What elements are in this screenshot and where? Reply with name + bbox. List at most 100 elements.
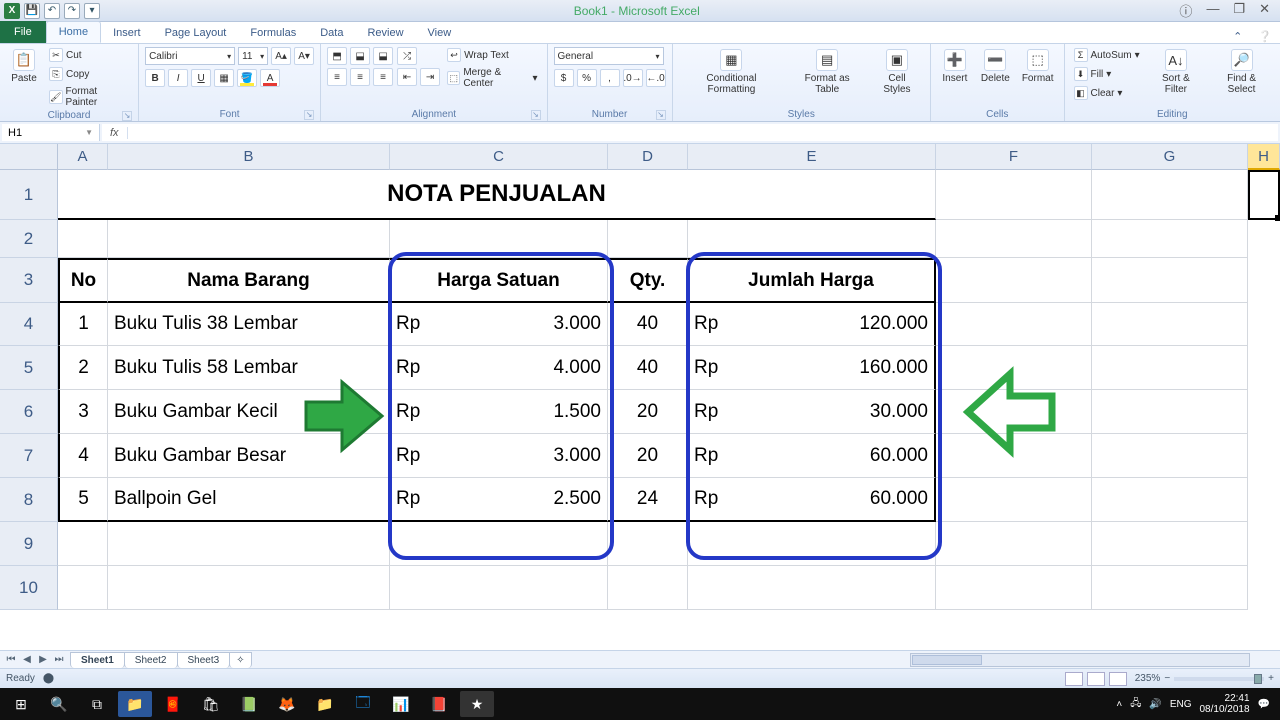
select-all-button[interactable] bbox=[0, 144, 58, 170]
save-icon[interactable]: 💾 bbox=[24, 3, 40, 19]
cell-G4[interactable] bbox=[1092, 303, 1248, 346]
row-header-6[interactable]: 6 bbox=[0, 390, 58, 434]
accounting-format-icon[interactable]: $ bbox=[554, 69, 574, 87]
cell-F7[interactable] bbox=[936, 434, 1092, 478]
tray-chevron-icon[interactable]: ˄ bbox=[1116, 699, 1122, 710]
sort-filter-button[interactable]: A↓Sort & Filter bbox=[1147, 47, 1205, 97]
font-name-select[interactable]: Calibri▾ bbox=[145, 47, 235, 65]
cell-E9[interactable] bbox=[688, 522, 936, 566]
cell-B9[interactable] bbox=[108, 522, 390, 566]
cell-A5[interactable]: 2 bbox=[58, 346, 108, 390]
clear-button[interactable]: ◧Clear ▾ bbox=[1071, 85, 1143, 101]
dialog-launcher-icon[interactable]: ↘ bbox=[531, 110, 541, 120]
wrap-text-button[interactable]: ↩Wrap Text bbox=[444, 47, 540, 63]
merge-center-button[interactable]: ⬚Merge & Center ▾ bbox=[444, 66, 540, 90]
taskbar-app-5[interactable]: 🦊 bbox=[270, 691, 304, 717]
new-sheet-button[interactable]: ✧ bbox=[229, 652, 251, 668]
sheet-nav[interactable]: ⏮◀▶⏭ bbox=[0, 654, 70, 665]
tab-page-layout[interactable]: Page Layout bbox=[153, 23, 239, 43]
increase-decimal-icon[interactable]: .0→ bbox=[623, 69, 643, 87]
cell-B4[interactable]: Buku Tulis 38 Lembar bbox=[108, 303, 390, 346]
cell-D5[interactable]: 40 bbox=[608, 346, 688, 390]
cell-E6[interactable]: Rp30.000 bbox=[688, 390, 936, 434]
number-format-select[interactable]: General▾ bbox=[554, 47, 664, 65]
cell-C6[interactable]: Rp1.500 bbox=[390, 390, 608, 434]
cell-B10[interactable] bbox=[108, 566, 390, 610]
column-header-C[interactable]: C bbox=[390, 144, 608, 170]
border-button[interactable]: ▦ bbox=[214, 69, 234, 87]
column-header-D[interactable]: D bbox=[608, 144, 688, 170]
minimize-button[interactable]: — bbox=[1206, 1, 1219, 20]
sheet-tab-1[interactable]: Sheet1 bbox=[70, 652, 125, 668]
insert-cells-button[interactable]: ➕Insert bbox=[937, 47, 973, 86]
help-icon[interactable]: ⓘ bbox=[1179, 1, 1192, 20]
tab-data[interactable]: Data bbox=[308, 23, 355, 43]
align-bottom-icon[interactable]: ⬓ bbox=[373, 47, 393, 65]
cell-F3[interactable] bbox=[936, 258, 1092, 303]
cell-G10[interactable] bbox=[1092, 566, 1248, 610]
taskbar-app-6[interactable]: 📁 bbox=[308, 691, 342, 717]
cell-D7[interactable]: 20 bbox=[608, 434, 688, 478]
align-middle-icon[interactable]: ⬓ bbox=[350, 47, 370, 65]
cell-F1[interactable] bbox=[936, 170, 1092, 220]
cell-C2[interactable] bbox=[390, 220, 608, 258]
cell-G6[interactable] bbox=[1092, 390, 1248, 434]
help-button[interactable]: ❔ bbox=[1250, 30, 1280, 43]
cell-B8[interactable]: Ballpoin Gel bbox=[108, 478, 390, 522]
search-icon[interactable]: 🔍 bbox=[42, 691, 76, 717]
find-select-button[interactable]: 🔎Find & Select bbox=[1209, 47, 1274, 97]
row-header-5[interactable]: 5 bbox=[0, 346, 58, 390]
name-box[interactable]: H1▼ bbox=[2, 124, 100, 141]
cell-D6[interactable]: 20 bbox=[608, 390, 688, 434]
paste-button[interactable]: 📋Paste bbox=[6, 47, 42, 86]
align-right-icon[interactable]: ≡ bbox=[373, 68, 393, 86]
tray-language[interactable]: ENG bbox=[1170, 699, 1192, 710]
copy-button[interactable]: ⎘Copy bbox=[46, 66, 132, 82]
system-tray[interactable]: ˄ 🖧 🔊 ENG 22:4108/10/2018 💬 bbox=[1116, 693, 1276, 715]
taskbar-app-1[interactable]: 📁 bbox=[118, 691, 152, 717]
cell-D3[interactable]: Qty. bbox=[608, 258, 688, 303]
cell-D10[interactable] bbox=[608, 566, 688, 610]
cell-D2[interactable] bbox=[608, 220, 688, 258]
close-button[interactable]: ✕ bbox=[1259, 1, 1270, 20]
tab-formulas[interactable]: Formulas bbox=[238, 23, 308, 43]
tab-home[interactable]: Home bbox=[46, 21, 101, 43]
cell-G3[interactable] bbox=[1092, 258, 1248, 303]
row-headers[interactable]: 12345678910 bbox=[0, 170, 58, 610]
cell-A6[interactable]: 3 bbox=[58, 390, 108, 434]
column-header-A[interactable]: A bbox=[58, 144, 108, 170]
sheet-tab-2[interactable]: Sheet2 bbox=[124, 652, 178, 668]
cell-B7[interactable]: Buku Gambar Besar bbox=[108, 434, 390, 478]
tray-notification-icon[interactable]: 💬 bbox=[1258, 699, 1270, 710]
cell-D9[interactable] bbox=[608, 522, 688, 566]
task-view-icon[interactable]: ⧉ bbox=[80, 691, 114, 717]
column-header-E[interactable]: E bbox=[688, 144, 936, 170]
column-header-H[interactable]: H bbox=[1248, 144, 1280, 170]
normal-view-button[interactable] bbox=[1065, 672, 1083, 686]
cell-A8[interactable]: 5 bbox=[58, 478, 108, 522]
italic-button[interactable]: I bbox=[168, 69, 188, 87]
dialog-launcher-icon[interactable]: ↘ bbox=[656, 110, 666, 120]
cell-G9[interactable] bbox=[1092, 522, 1248, 566]
zoom-control[interactable]: 235% −+ bbox=[1135, 673, 1274, 684]
cell-G2[interactable] bbox=[1092, 220, 1248, 258]
fill-button[interactable]: ⬇Fill ▾ bbox=[1071, 66, 1143, 82]
cell-A1[interactable]: NOTA PENJUALAN bbox=[58, 170, 936, 220]
cell-E4[interactable]: Rp120.000 bbox=[688, 303, 936, 346]
decrease-indent-icon[interactable]: ⇤ bbox=[397, 68, 417, 86]
taskbar-app-10[interactable]: ★ bbox=[460, 691, 494, 717]
tab-view[interactable]: View bbox=[416, 23, 464, 43]
percent-format-icon[interactable]: % bbox=[577, 69, 597, 87]
cell-A2[interactable] bbox=[58, 220, 108, 258]
taskbar-app-4[interactable]: 📗 bbox=[232, 691, 266, 717]
orientation-icon[interactable]: ⤮ bbox=[397, 47, 417, 65]
dialog-launcher-icon[interactable]: ↘ bbox=[304, 110, 314, 120]
cell-C7[interactable]: Rp3.000 bbox=[390, 434, 608, 478]
format-painter-button[interactable]: 🖌Format Painter bbox=[46, 85, 132, 109]
row-header-1[interactable]: 1 bbox=[0, 170, 58, 220]
cell-A10[interactable] bbox=[58, 566, 108, 610]
cell-E2[interactable] bbox=[688, 220, 936, 258]
row-header-7[interactable]: 7 bbox=[0, 434, 58, 478]
cell-C9[interactable] bbox=[390, 522, 608, 566]
cell-G7[interactable] bbox=[1092, 434, 1248, 478]
